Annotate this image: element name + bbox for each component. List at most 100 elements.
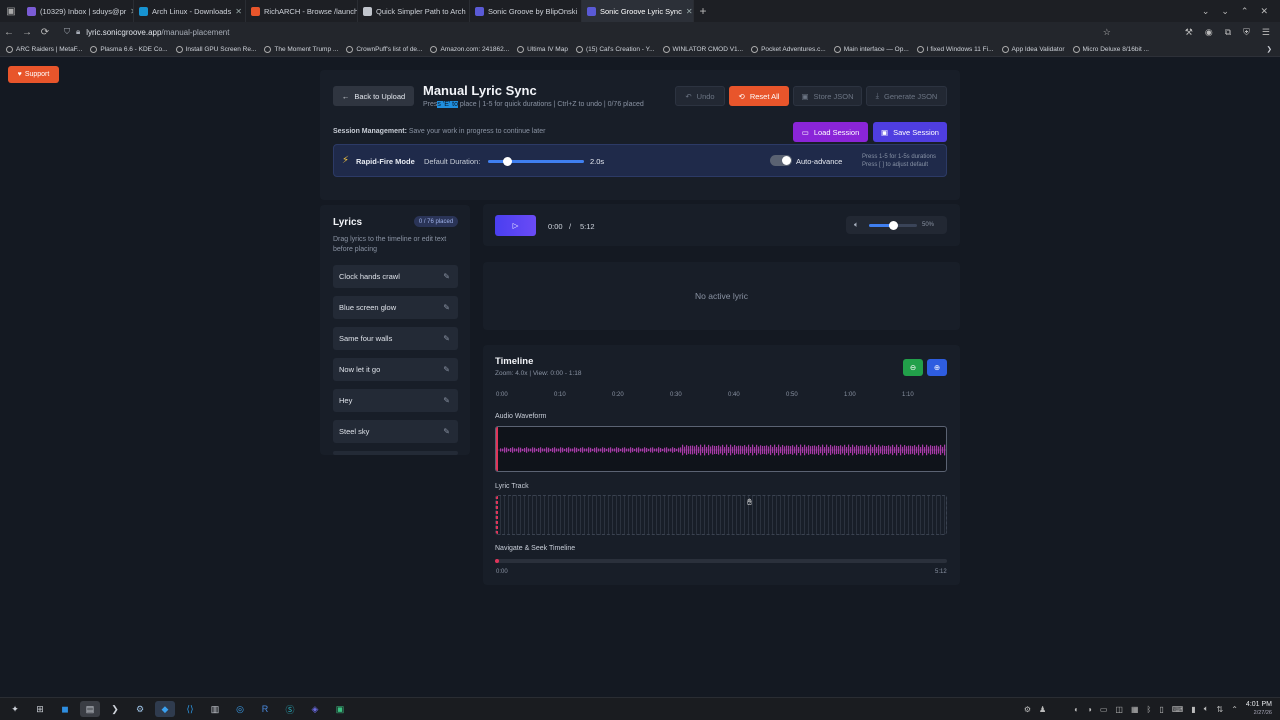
terminal-icon[interactable]: ❯ bbox=[105, 701, 125, 717]
store-json-button[interactable]: ▣ Store JSON bbox=[793, 86, 862, 106]
volume-icon[interactable]: 🔈︎ bbox=[854, 220, 859, 230]
bookmark[interactable]: Ultima IV Map bbox=[517, 45, 568, 53]
lyric-item[interactable]: Clock hands crawl ✎ bbox=[333, 265, 458, 288]
camera-icon[interactable]: ◫ bbox=[1115, 705, 1123, 714]
zoom-in-button[interactable]: ⊕ bbox=[927, 359, 947, 376]
star-icon[interactable]: ☆ bbox=[1103, 27, 1111, 38]
generate-json-button[interactable]: ⤓ Generate JSON bbox=[866, 86, 947, 106]
bookmark[interactable]: (15) Cal's Creation - Y... bbox=[575, 45, 655, 53]
bookmark[interactable]: CrownPuff's list of de... bbox=[346, 45, 422, 53]
tab-quick-path[interactable]: Quick Simpler Path to Arch✕ bbox=[358, 0, 470, 22]
bookmark[interactable]: Pocket Adventures.c... bbox=[751, 45, 826, 53]
keyboard-icon[interactable]: ⌨ bbox=[1172, 705, 1184, 714]
close-icon[interactable]: ✕ bbox=[235, 7, 242, 16]
media-icon[interactable]: ▥ bbox=[205, 701, 225, 717]
tab-sonic-groove[interactable]: Sonic Groove by BlipOnski✕ bbox=[470, 0, 582, 22]
user-icon[interactable]: ♟ bbox=[1039, 705, 1046, 714]
audio-waveform[interactable] bbox=[495, 426, 947, 472]
bookmark[interactable]: ARC Raiders | MetaF... bbox=[6, 45, 82, 53]
mixer-icon[interactable]: ▦ bbox=[1131, 705, 1139, 714]
volume-tray-icon[interactable]: 🔈︎ bbox=[1204, 704, 1209, 714]
bookmark[interactable]: Plasma 6.6 - KDE Co... bbox=[90, 45, 168, 53]
lock-icon[interactable]: 🔒︎ bbox=[76, 27, 80, 37]
settings-icon[interactable]: ⚙ bbox=[1024, 705, 1031, 714]
bookmark[interactable]: Install GPU Screen Re... bbox=[175, 45, 256, 53]
edit-icon[interactable]: ✎ bbox=[443, 427, 450, 436]
save-session-button[interactable]: ▣ Save Session bbox=[873, 122, 947, 142]
chevron-up-icon[interactable]: ⌃ bbox=[1231, 705, 1238, 714]
bookmark[interactable]: App Idea Validator bbox=[1001, 45, 1065, 53]
bookmark[interactable]: Main interface — Op... bbox=[833, 45, 909, 53]
minimize-icon[interactable]: ⌄ bbox=[1221, 6, 1229, 17]
chevron-down-icon[interactable]: ⌄ bbox=[1202, 6, 1210, 17]
app-launcher-icon[interactable]: ✦ bbox=[5, 701, 25, 717]
edit-icon[interactable]: ✎ bbox=[443, 334, 450, 343]
file-manager-icon[interactable]: ▤ bbox=[80, 701, 100, 717]
clipboard-icon[interactable]: ▯ bbox=[1159, 705, 1163, 714]
back-arrow-icon[interactable]: ← bbox=[0, 27, 18, 38]
playhead[interactable] bbox=[496, 427, 498, 471]
new-tab-icon[interactable]: + bbox=[694, 4, 712, 18]
bookmark[interactable]: Micro Deluxe 8/16bit ... bbox=[1072, 45, 1149, 53]
sync-icon[interactable]: ◑ bbox=[1087, 705, 1092, 714]
support-button[interactable]: ♥ Support bbox=[8, 66, 59, 83]
network-icon[interactable]: ⇅ bbox=[1217, 705, 1224, 714]
volume-slider-knob[interactable] bbox=[889, 221, 898, 230]
lyric-track-dropzone[interactable] bbox=[495, 495, 947, 535]
lyric-item[interactable]: Now let it go ✎ bbox=[333, 358, 458, 381]
seek-bar[interactable] bbox=[495, 559, 947, 563]
edit-icon[interactable]: ✎ bbox=[443, 272, 450, 281]
monitor-icon[interactable]: ▣ bbox=[330, 701, 350, 717]
close-window-icon[interactable]: ✕ bbox=[1260, 6, 1268, 17]
lyric-item[interactable] bbox=[333, 451, 458, 455]
reload-icon[interactable]: ⟳ bbox=[36, 27, 54, 38]
extensions-icon[interactable]: ⧉ bbox=[1225, 27, 1231, 38]
auto-advance-toggle[interactable] bbox=[770, 155, 792, 166]
zoom-out-button[interactable]: ⊖ bbox=[903, 359, 923, 376]
browser-icon[interactable]: ◆ bbox=[155, 701, 175, 717]
reset-all-button[interactable]: ⟲ Reset All bbox=[729, 86, 789, 106]
chevron-right-icon[interactable]: ❯ bbox=[1267, 45, 1280, 53]
steam-tray-icon[interactable]: ◐ bbox=[1074, 705, 1079, 714]
vscode-icon[interactable]: ⟨⟩ bbox=[180, 701, 200, 717]
bookmark[interactable]: The Moment Trump ... bbox=[264, 45, 338, 53]
undo-button[interactable]: ↶ Undo bbox=[675, 86, 725, 106]
disk-icon[interactable]: ▭ bbox=[1100, 705, 1108, 714]
bluetooth-icon[interactable]: ᛒ bbox=[1147, 705, 1152, 714]
seek-position[interactable] bbox=[495, 559, 499, 563]
editor-icon[interactable]: Ⓢ bbox=[280, 701, 300, 717]
lyric-item[interactable]: Blue screen glow ✎ bbox=[333, 296, 458, 319]
duration-slider[interactable] bbox=[488, 157, 584, 166]
back-to-upload-button[interactable]: ← Back to Upload bbox=[333, 86, 414, 106]
tab-lyric-sync[interactable]: Sonic Groove Lyric Sync ✕ bbox=[582, 0, 694, 22]
battery-icon[interactable]: ▮ bbox=[1191, 705, 1195, 714]
pager-icon[interactable]: ⊞ bbox=[30, 701, 50, 717]
tab-list-icon[interactable]: ▣ bbox=[0, 0, 22, 22]
close-icon[interactable]: ✕ bbox=[686, 7, 693, 16]
steam-icon[interactable]: ⚙ bbox=[130, 701, 150, 717]
forward-arrow-icon[interactable]: → bbox=[18, 27, 36, 38]
edit-icon[interactable]: ✎ bbox=[443, 396, 450, 405]
shield-icon[interactable]: ⛨ bbox=[1243, 27, 1250, 38]
notes-icon[interactable]: R bbox=[255, 701, 275, 717]
chromium-icon[interactable]: ◎ bbox=[230, 701, 250, 717]
store-icon[interactable]: ◼ bbox=[55, 701, 75, 717]
tab-richarch[interactable]: RichARCH - Browse /launch✕ bbox=[246, 0, 358, 22]
url-field[interactable]: ⛉ 🔒︎ lyric.sonicgroove.app/manual-placem… bbox=[64, 24, 1103, 40]
profile-icon[interactable]: ◉ bbox=[1205, 27, 1213, 38]
load-session-button[interactable]: ▭ Load Session bbox=[793, 122, 868, 142]
wrench-icon[interactable]: ⚒ bbox=[1185, 27, 1193, 38]
lyric-item[interactable]: Steel sky ✎ bbox=[333, 420, 458, 443]
bookmark[interactable]: WINLATOR CMOD V1... bbox=[662, 45, 743, 53]
lyric-item[interactable]: Same four walls ✎ bbox=[333, 327, 458, 350]
app-icon[interactable]: ◈ bbox=[305, 701, 325, 717]
shield-icon[interactable]: ⛉ bbox=[64, 27, 70, 37]
volume-slider[interactable] bbox=[869, 221, 917, 230]
menu-icon[interactable]: ☰ bbox=[1262, 27, 1270, 38]
play-button[interactable]: ▷ bbox=[495, 215, 536, 236]
tab-arch-downloads[interactable]: Arch Linux - Downloads ✕ bbox=[134, 0, 246, 22]
duration-slider-knob[interactable] bbox=[503, 157, 512, 166]
bookmark[interactable]: I fixed Windows 11 Fi... bbox=[916, 45, 994, 53]
clock[interactable]: 4:01 PM 2/27/26 bbox=[1246, 701, 1272, 717]
tab-inbox[interactable]: (10329) Inbox | sduys@pr✕ bbox=[22, 0, 134, 22]
